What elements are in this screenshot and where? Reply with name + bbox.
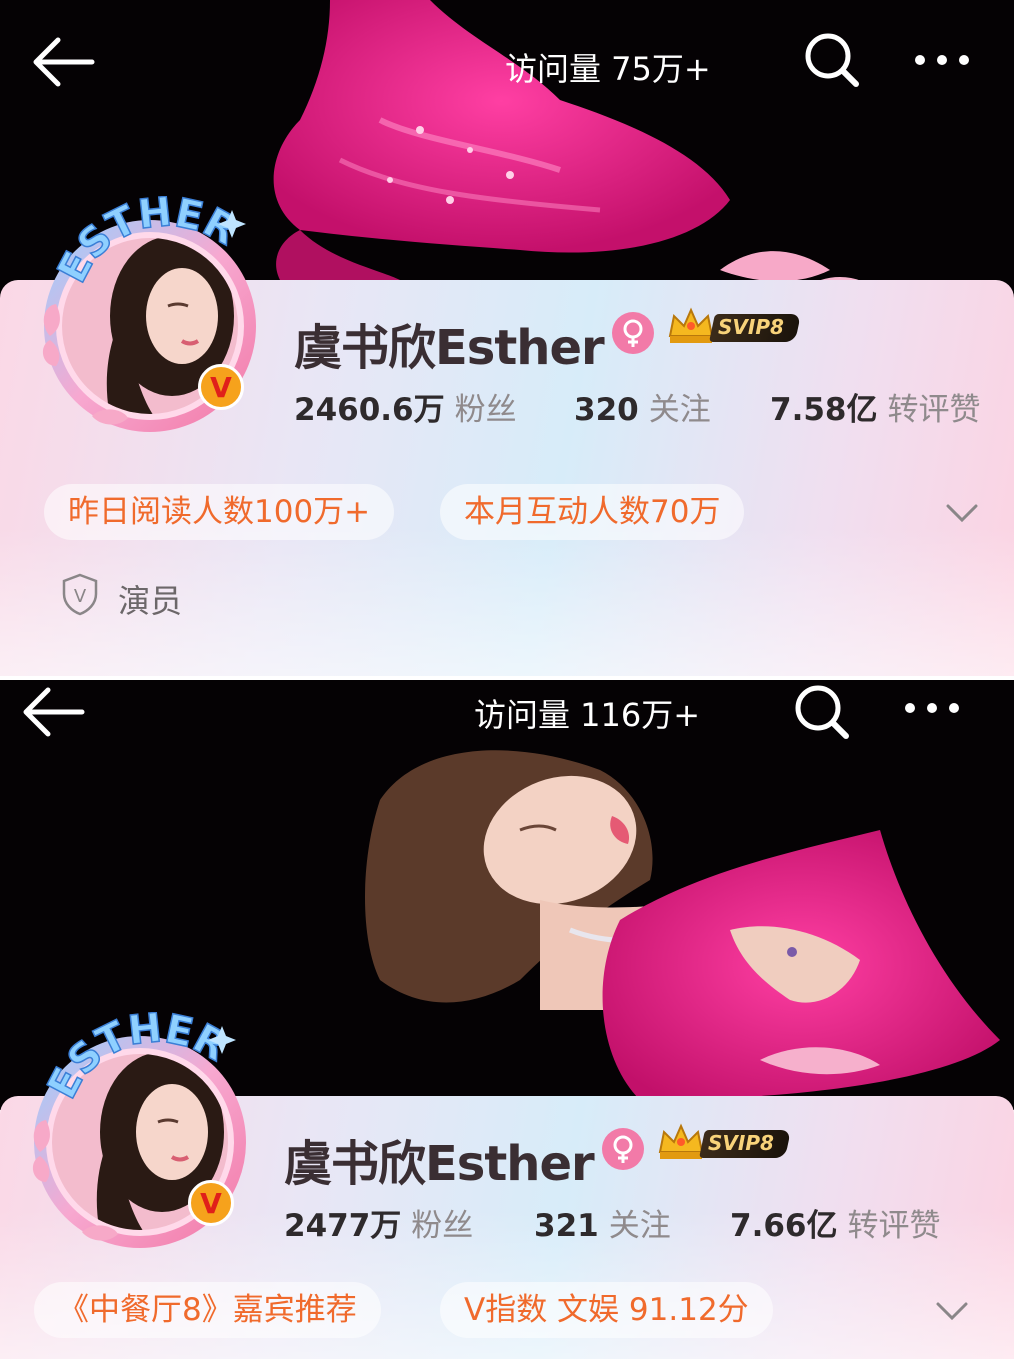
search-icon — [795, 685, 849, 739]
monthly-interaction-pill[interactable]: 本月互动人数70万 — [440, 484, 745, 540]
visit-count: 访问量 75万+ — [505, 50, 711, 88]
avatar[interactable]: ESTHER V — [32, 188, 262, 432]
visit-count: 访问量 116万+ — [474, 696, 701, 734]
role-label: 演员 — [118, 582, 183, 620]
profile-name: 虞书欣Esther — [284, 1136, 595, 1192]
vip-level-text: SVIP8 — [718, 315, 784, 339]
guest-recommendation-pill[interactable]: 《中餐厅8》嘉宾推荐 — [34, 1282, 381, 1338]
back-button[interactable] — [30, 32, 100, 92]
crown-icon — [668, 307, 714, 343]
vip-level-text: SVIP8 — [708, 1131, 774, 1155]
more-icon — [915, 55, 969, 65]
verified-badge-icon: V — [188, 1180, 234, 1226]
search-icon — [805, 33, 859, 87]
back-arrow-icon — [23, 687, 85, 737]
following-stat[interactable]: 321 关注 — [534, 1200, 671, 1245]
back-arrow-icon — [33, 37, 95, 87]
chevron-down-icon — [936, 1302, 968, 1321]
likes-stat[interactable]: 7.66亿 转评赞 — [730, 1200, 941, 1245]
likes-stat[interactable]: 7.58亿 转评赞 — [770, 384, 981, 429]
vip-badge[interactable]: SVIP8 — [666, 307, 802, 344]
female-icon — [602, 1128, 644, 1170]
more-button[interactable] — [910, 28, 974, 92]
verified-badge-icon: V — [198, 364, 244, 410]
profile-stats: 2460.6万 粉丝 320 关注 7.58亿 转评赞 — [294, 384, 994, 428]
more-icon — [905, 703, 959, 713]
following-stat[interactable]: 320 关注 — [574, 384, 711, 429]
profile-name: 虞书欣Esther — [294, 320, 605, 376]
followers-stat[interactable]: 2477万 粉丝 — [284, 1200, 473, 1245]
expand-button[interactable] — [932, 1296, 972, 1326]
shield-icon: V — [62, 573, 98, 616]
role-row: V 演员 — [60, 572, 260, 622]
profile-screen-2: 访问量 116万+ 虞书欣Esther SVIP8 2477万 粉丝 321 关… — [0, 680, 1014, 1359]
profile-screen-1: 访问量 75万+ 虞书欣Esther SVIP8 2460.6万 粉丝 320 … — [0, 0, 1014, 676]
search-button[interactable] — [800, 28, 864, 92]
profile-stats: 2477万 粉丝 321 关注 7.66亿 转评赞 — [284, 1200, 984, 1244]
crown-icon — [658, 1123, 704, 1159]
chevron-down-icon — [946, 504, 978, 523]
expand-button[interactable] — [942, 498, 982, 528]
followers-stat[interactable]: 2460.6万 粉丝 — [294, 384, 517, 429]
female-icon — [612, 312, 654, 354]
vip-badge[interactable]: SVIP8 — [656, 1123, 792, 1160]
more-button[interactable] — [900, 680, 964, 740]
avatar[interactable]: ESTHER V — [22, 1004, 252, 1248]
yesterday-readers-pill[interactable]: 昨日阅读人数100万+ — [44, 484, 395, 540]
v-index-pill[interactable]: V指数 文娱 91.12分 — [440, 1282, 773, 1338]
svg-text:V: V — [74, 586, 87, 607]
search-button[interactable] — [790, 680, 854, 744]
back-button[interactable] — [20, 682, 90, 742]
